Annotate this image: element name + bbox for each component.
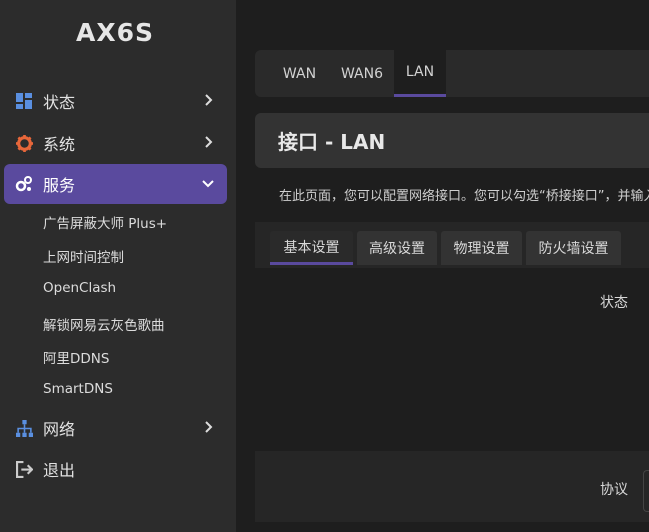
status-label: 状态 (600, 295, 628, 311)
protocol-label: 协议 (600, 482, 628, 498)
sidebar-item-label: 网络 (43, 420, 76, 439)
sidebar-item-services[interactable]: 服务 (4, 164, 227, 204)
sidebar-item-status[interactable]: 状态 (4, 81, 227, 121)
status-row (255, 268, 649, 451)
form-row-divider (255, 522, 649, 532)
tab-wan[interactable]: WAN (273, 50, 326, 97)
submenu-item-openclash[interactable]: OpenClash (43, 280, 116, 296)
protocol-select[interactable] (643, 470, 649, 512)
submenu-item-smartdns[interactable]: SmartDNS (43, 381, 113, 397)
tab-wan6[interactable]: WAN6 (332, 50, 392, 97)
brand-logo: AX6S (75, 18, 155, 47)
page-description: 在此页面，您可以配置网络接口。您可以勾选“桥接接口”，并输入 (279, 189, 649, 204)
network-icon (15, 419, 33, 437)
submenu-item-time-control[interactable]: 上网时间控制 (43, 246, 124, 266)
main-content: WAN WAN6 LAN 接口 - LAN 在此页面，您可以配置网络接口。您可以… (236, 0, 649, 532)
tab-advanced-settings[interactable]: 高级设置 (357, 231, 437, 265)
sidebar-item-network[interactable]: 网络 (4, 408, 227, 448)
sidebar-item-label: 系统 (43, 135, 76, 154)
tab-physical-settings[interactable]: 物理设置 (441, 231, 522, 265)
submenu-item-adblock[interactable]: 广告屏蔽大师 Plus+ (43, 212, 167, 232)
submenu-item-unblock-music[interactable]: 解锁网易云灰色歌曲 (43, 314, 165, 334)
chevron-right-icon (205, 136, 213, 148)
sidebar-item-logout[interactable]: 退出 (4, 449, 227, 489)
sidebar: AX6S 状态 系统 服务 广告屏蔽大师 Plus+ 上网时间控制 OpenCl… (0, 0, 236, 532)
gear-icon (15, 134, 33, 152)
services-icon (15, 175, 33, 193)
sidebar-item-label: 退出 (43, 461, 76, 480)
page-title: 接口 - LAN (255, 113, 649, 168)
sidebar-item-system[interactable]: 系统 (4, 123, 227, 163)
tab-lan[interactable]: LAN (394, 50, 446, 97)
interface-tabbar: WAN WAN6 LAN (255, 50, 649, 97)
tab-basic-settings[interactable]: 基本设置 (270, 231, 353, 265)
chevron-right-icon (205, 94, 213, 106)
sidebar-item-label: 服务 (43, 176, 76, 195)
dashboard-icon (15, 92, 33, 110)
logout-icon (15, 460, 33, 478)
chevron-right-icon (205, 421, 213, 433)
submenu-item-aliddns[interactable]: 阿里DDNS (43, 347, 109, 367)
chevron-down-icon (202, 180, 214, 188)
tab-firewall-settings[interactable]: 防火墙设置 (526, 231, 621, 265)
sidebar-item-label: 状态 (43, 93, 76, 112)
